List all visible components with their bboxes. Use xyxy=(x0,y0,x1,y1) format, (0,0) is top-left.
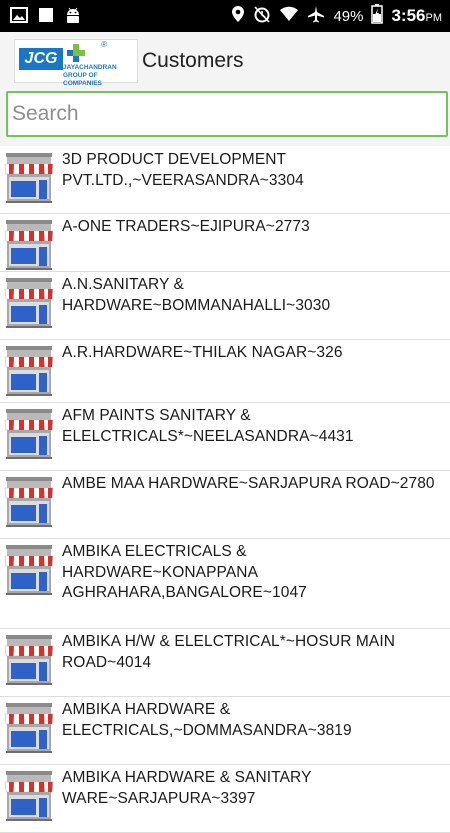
store-icon xyxy=(4,771,54,821)
status-bar: 49% 3:56PM xyxy=(0,0,450,32)
customer-name: AMBIKA HARDWARE & SANITARY WARE~SARJAPUR… xyxy=(62,769,312,807)
logo-wordmark: JCG xyxy=(19,48,63,70)
store-icon xyxy=(4,635,54,685)
list-item[interactable]: AMBE MAA HARDWARE~SARJAPURA ROAD~2780 xyxy=(0,471,450,539)
list-item[interactable]: AMBIKA H/W & ELELCTRICAL*~HOSUR MAIN ROA… xyxy=(0,629,450,697)
customer-name: AMBIKA H/W & ELELCTRICAL*~HOSUR MAIN ROA… xyxy=(62,633,396,671)
customer-name: AFM PAINTS SANITARY & ELELCTRICALS*~NEEL… xyxy=(62,407,354,445)
search-input[interactable] xyxy=(6,91,448,137)
airplane-icon xyxy=(307,5,325,27)
store-icon xyxy=(4,409,54,459)
location-icon xyxy=(231,5,245,27)
image-icon xyxy=(10,7,28,28)
logo-plus-icon xyxy=(67,44,85,62)
store-icon xyxy=(4,153,54,203)
wifi-icon xyxy=(279,6,299,26)
customer-name: A.N.SANITARY & HARDWARE~BOMMANAHALLI~303… xyxy=(62,276,331,314)
customer-name: 3D PRODUCT DEVELOPMENT PVT.LTD.,~VEERASA… xyxy=(62,151,304,189)
alarm-icon xyxy=(253,5,271,27)
battery-percent: 49% xyxy=(333,7,364,25)
store-icon xyxy=(4,278,54,328)
list-item[interactable]: A.N.SANITARY & HARDWARE~BOMMANAHALLI~303… xyxy=(0,272,450,340)
customer-name: A-ONE TRADERS~EJIPURA~2773 xyxy=(62,218,310,235)
clock: 3:56PM xyxy=(391,6,442,26)
store-icon xyxy=(4,545,54,595)
list-item[interactable]: A-ONE TRADERS~EJIPURA~2773 xyxy=(0,214,450,272)
customer-name: AMBE MAA HARDWARE~SARJAPURA ROAD~2780 xyxy=(62,475,435,492)
customer-name: AMBIKA ELECTRICALS & HARDWARE~KONAPPANA … xyxy=(62,543,307,601)
company-logo: JCG ® JAYACHANDRAN GROUP OF COMPANIES xyxy=(14,39,138,87)
list-item[interactable]: 3D PRODUCT DEVELOPMENT PVT.LTD.,~VEERASA… xyxy=(0,147,450,214)
customer-list[interactable]: 3D PRODUCT DEVELOPMENT PVT.LTD.,~VEERASA… xyxy=(0,147,450,833)
store-icon xyxy=(4,346,54,396)
list-item[interactable]: A.R.HARDWARE~THILAK NAGAR~326 xyxy=(0,340,450,403)
list-item[interactable]: AMBIKA ELECTRICALS & HARDWARE~KONAPPANA … xyxy=(0,539,450,629)
customer-name: AMBIKA HARDWARE & ELECTRICALS,~DOMMASAND… xyxy=(62,701,352,739)
list-item[interactable]: AFM PAINTS SANITARY & ELELCTRICALS*~NEEL… xyxy=(0,403,450,471)
android-icon xyxy=(64,6,82,29)
clock-time: 3:56 xyxy=(391,6,426,25)
logo-registered-mark: ® xyxy=(101,40,107,49)
store-icon xyxy=(4,703,54,753)
store-icon xyxy=(4,220,54,270)
list-item[interactable]: AMBIKA HARDWARE & ELECTRICALS,~DOMMASAND… xyxy=(0,697,450,765)
search-container xyxy=(0,90,450,146)
status-bar-system: 49% 3:56PM xyxy=(231,4,442,28)
status-bar-notifications xyxy=(10,6,82,29)
list-item[interactable]: AMBIKA HARDWARE & SANITARY WARE~SARJAPUR… xyxy=(0,765,450,833)
battery-icon xyxy=(371,4,384,28)
page-title: Customers xyxy=(142,49,244,72)
app-bar: JCG ® JAYACHANDRAN GROUP OF COMPANIES Cu… xyxy=(0,32,450,90)
logo-subtext: JAYACHANDRAN GROUP OF COMPANIES xyxy=(63,64,117,87)
store-icon xyxy=(4,477,54,527)
square-icon xyxy=(38,7,54,28)
customer-name: A.R.HARDWARE~THILAK NAGAR~326 xyxy=(62,344,343,361)
clock-ampm: PM xyxy=(425,12,443,24)
